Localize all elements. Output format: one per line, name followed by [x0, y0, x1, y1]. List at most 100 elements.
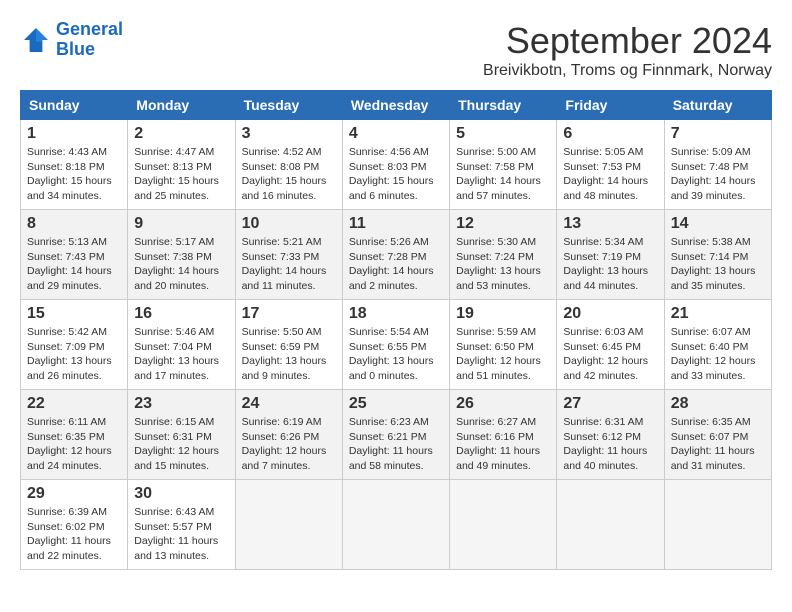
title-section: September 2024 Breivikbotn, Troms og Fin…	[483, 20, 772, 80]
day-info: Sunrise: 6:35 AMSunset: 6:07 PMDaylight:…	[671, 416, 755, 472]
calendar-week-2: 8 Sunrise: 5:13 AMSunset: 7:43 PMDayligh…	[21, 210, 772, 300]
day-info: Sunrise: 4:52 AMSunset: 8:08 PMDaylight:…	[242, 146, 327, 202]
table-cell: 22 Sunrise: 6:11 AMSunset: 6:35 PMDaylig…	[21, 390, 128, 480]
day-number: 24	[242, 395, 336, 413]
table-cell: 30 Sunrise: 6:43 AMSunset: 5:57 PMDaylig…	[128, 480, 235, 570]
day-number: 10	[242, 215, 336, 233]
day-number: 6	[563, 125, 657, 143]
table-cell: 29 Sunrise: 6:39 AMSunset: 6:02 PMDaylig…	[21, 480, 128, 570]
table-cell: 4 Sunrise: 4:56 AMSunset: 8:03 PMDayligh…	[342, 120, 449, 210]
page-header: General Blue September 2024 Breivikbotn,…	[20, 20, 772, 80]
logo-icon	[20, 24, 52, 56]
day-info: Sunrise: 5:05 AMSunset: 7:53 PMDaylight:…	[563, 146, 648, 202]
day-info: Sunrise: 4:43 AMSunset: 8:18 PMDaylight:…	[27, 146, 112, 202]
day-number: 29	[27, 485, 121, 503]
table-cell: 5 Sunrise: 5:00 AMSunset: 7:58 PMDayligh…	[450, 120, 557, 210]
day-number: 20	[563, 305, 657, 323]
day-info: Sunrise: 6:15 AMSunset: 6:31 PMDaylight:…	[134, 416, 219, 472]
calendar-week-3: 15 Sunrise: 5:42 AMSunset: 7:09 PMDaylig…	[21, 300, 772, 390]
table-cell: 3 Sunrise: 4:52 AMSunset: 8:08 PMDayligh…	[235, 120, 342, 210]
calendar-table: Sunday Monday Tuesday Wednesday Thursday…	[20, 90, 772, 570]
header-sunday: Sunday	[21, 91, 128, 120]
calendar-header-row: Sunday Monday Tuesday Wednesday Thursday…	[21, 91, 772, 120]
day-info: Sunrise: 5:46 AMSunset: 7:04 PMDaylight:…	[134, 326, 219, 382]
table-cell: 1 Sunrise: 4:43 AMSunset: 8:18 PMDayligh…	[21, 120, 128, 210]
table-cell: 27 Sunrise: 6:31 AMSunset: 6:12 PMDaylig…	[557, 390, 664, 480]
day-info: Sunrise: 5:09 AMSunset: 7:48 PMDaylight:…	[671, 146, 756, 202]
day-info: Sunrise: 4:56 AMSunset: 8:03 PMDaylight:…	[349, 146, 434, 202]
table-cell: 19 Sunrise: 5:59 AMSunset: 6:50 PMDaylig…	[450, 300, 557, 390]
day-info: Sunrise: 6:07 AMSunset: 6:40 PMDaylight:…	[671, 326, 756, 382]
day-number: 9	[134, 215, 228, 233]
day-number: 15	[27, 305, 121, 323]
day-info: Sunrise: 5:21 AMSunset: 7:33 PMDaylight:…	[242, 236, 327, 292]
day-info: Sunrise: 5:50 AMSunset: 6:59 PMDaylight:…	[242, 326, 327, 382]
day-number: 2	[134, 125, 228, 143]
header-tuesday: Tuesday	[235, 91, 342, 120]
table-cell: 21 Sunrise: 6:07 AMSunset: 6:40 PMDaylig…	[664, 300, 771, 390]
table-cell: 26 Sunrise: 6:27 AMSunset: 6:16 PMDaylig…	[450, 390, 557, 480]
table-cell: 9 Sunrise: 5:17 AMSunset: 7:38 PMDayligh…	[128, 210, 235, 300]
table-cell	[664, 480, 771, 570]
table-cell: 7 Sunrise: 5:09 AMSunset: 7:48 PMDayligh…	[664, 120, 771, 210]
table-cell: 17 Sunrise: 5:50 AMSunset: 6:59 PMDaylig…	[235, 300, 342, 390]
day-number: 30	[134, 485, 228, 503]
day-number: 4	[349, 125, 443, 143]
table-cell: 23 Sunrise: 6:15 AMSunset: 6:31 PMDaylig…	[128, 390, 235, 480]
day-info: Sunrise: 6:43 AMSunset: 5:57 PMDaylight:…	[134, 506, 218, 562]
location-subtitle: Breivikbotn, Troms og Finnmark, Norway	[483, 62, 772, 80]
day-number: 7	[671, 125, 765, 143]
day-number: 12	[456, 215, 550, 233]
table-cell: 10 Sunrise: 5:21 AMSunset: 7:33 PMDaylig…	[235, 210, 342, 300]
table-cell: 15 Sunrise: 5:42 AMSunset: 7:09 PMDaylig…	[21, 300, 128, 390]
day-info: Sunrise: 6:11 AMSunset: 6:35 PMDaylight:…	[27, 416, 112, 472]
header-thursday: Thursday	[450, 91, 557, 120]
day-number: 5	[456, 125, 550, 143]
table-cell	[450, 480, 557, 570]
day-info: Sunrise: 5:34 AMSunset: 7:19 PMDaylight:…	[563, 236, 648, 292]
day-number: 1	[27, 125, 121, 143]
table-cell: 28 Sunrise: 6:35 AMSunset: 6:07 PMDaylig…	[664, 390, 771, 480]
day-number: 26	[456, 395, 550, 413]
day-number: 3	[242, 125, 336, 143]
calendar-week-4: 22 Sunrise: 6:11 AMSunset: 6:35 PMDaylig…	[21, 390, 772, 480]
day-info: Sunrise: 5:30 AMSunset: 7:24 PMDaylight:…	[456, 236, 541, 292]
table-cell: 12 Sunrise: 5:30 AMSunset: 7:24 PMDaylig…	[450, 210, 557, 300]
table-cell	[235, 480, 342, 570]
day-number: 17	[242, 305, 336, 323]
day-number: 8	[27, 215, 121, 233]
day-number: 23	[134, 395, 228, 413]
day-number: 21	[671, 305, 765, 323]
day-number: 25	[349, 395, 443, 413]
header-monday: Monday	[128, 91, 235, 120]
day-info: Sunrise: 5:00 AMSunset: 7:58 PMDaylight:…	[456, 146, 541, 202]
day-number: 13	[563, 215, 657, 233]
day-info: Sunrise: 5:17 AMSunset: 7:38 PMDaylight:…	[134, 236, 219, 292]
table-cell: 13 Sunrise: 5:34 AMSunset: 7:19 PMDaylig…	[557, 210, 664, 300]
table-cell: 14 Sunrise: 5:38 AMSunset: 7:14 PMDaylig…	[664, 210, 771, 300]
logo: General Blue	[20, 20, 123, 60]
day-info: Sunrise: 6:39 AMSunset: 6:02 PMDaylight:…	[27, 506, 111, 562]
table-cell: 16 Sunrise: 5:46 AMSunset: 7:04 PMDaylig…	[128, 300, 235, 390]
table-cell	[342, 480, 449, 570]
day-number: 16	[134, 305, 228, 323]
day-number: 22	[27, 395, 121, 413]
day-number: 14	[671, 215, 765, 233]
table-cell: 11 Sunrise: 5:26 AMSunset: 7:28 PMDaylig…	[342, 210, 449, 300]
day-info: Sunrise: 6:27 AMSunset: 6:16 PMDaylight:…	[456, 416, 540, 472]
day-info: Sunrise: 6:23 AMSunset: 6:21 PMDaylight:…	[349, 416, 433, 472]
table-cell: 2 Sunrise: 4:47 AMSunset: 8:13 PMDayligh…	[128, 120, 235, 210]
calendar-week-5: 29 Sunrise: 6:39 AMSunset: 6:02 PMDaylig…	[21, 480, 772, 570]
table-cell: 6 Sunrise: 5:05 AMSunset: 7:53 PMDayligh…	[557, 120, 664, 210]
day-info: Sunrise: 5:59 AMSunset: 6:50 PMDaylight:…	[456, 326, 541, 382]
day-info: Sunrise: 5:38 AMSunset: 7:14 PMDaylight:…	[671, 236, 756, 292]
day-number: 19	[456, 305, 550, 323]
day-number: 28	[671, 395, 765, 413]
day-number: 27	[563, 395, 657, 413]
day-info: Sunrise: 6:19 AMSunset: 6:26 PMDaylight:…	[242, 416, 327, 472]
table-cell: 24 Sunrise: 6:19 AMSunset: 6:26 PMDaylig…	[235, 390, 342, 480]
header-saturday: Saturday	[664, 91, 771, 120]
header-wednesday: Wednesday	[342, 91, 449, 120]
header-friday: Friday	[557, 91, 664, 120]
day-info: Sunrise: 5:42 AMSunset: 7:09 PMDaylight:…	[27, 326, 112, 382]
